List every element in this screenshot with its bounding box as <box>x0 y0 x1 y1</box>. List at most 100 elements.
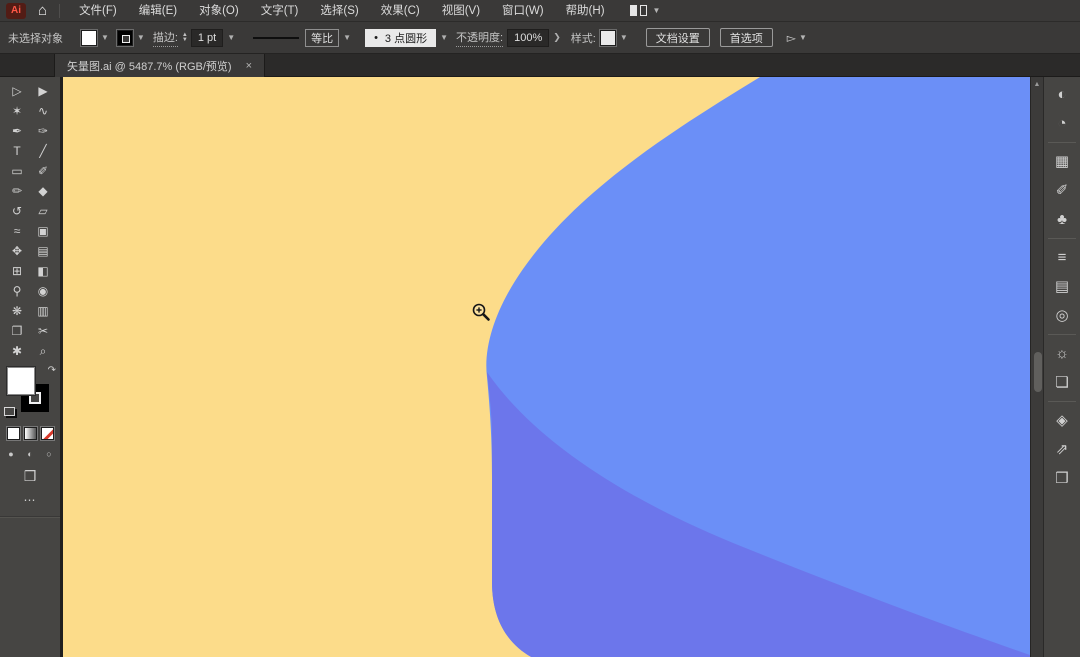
artwork <box>63 77 1030 657</box>
eraser-tool-icon[interactable]: ◆ <box>30 181 56 201</box>
menu-item[interactable]: 选择(S) <box>309 0 369 22</box>
illustrator-window: Ai ⌂ 文件(F) 编辑(E) 对象(O) 文字(T) 选择(S) 效果(C)… <box>0 0 1080 657</box>
document-tab[interactable]: 矢量图.ai @ 5487.7% (RGB/预览) × <box>54 54 265 77</box>
eyedropper-tool-icon[interactable]: ⚲ <box>4 281 30 301</box>
width-profile-select[interactable]: 等比 <box>305 29 339 47</box>
free-transform-tool-icon[interactable]: ▣ <box>30 221 56 241</box>
chevron-down-icon[interactable]: ▼ <box>137 33 145 42</box>
artboard-tool-icon[interactable]: ❐ <box>4 321 30 341</box>
gradient-tool-icon[interactable]: ◧ <box>30 261 56 281</box>
menu-item[interactable]: 窗口(W) <box>491 0 555 22</box>
stroke-weight-stepper[interactable]: ▲▼ <box>182 33 188 43</box>
gradient-annotator-panel-icon[interactable]: ▤ <box>1048 275 1076 297</box>
rotate-tool-icon[interactable]: ↺ <box>4 201 30 221</box>
menu-item[interactable]: 编辑(E) <box>128 0 188 22</box>
chevron-down-icon[interactable]: ▼ <box>227 33 235 42</box>
scrollbar-thumb[interactable] <box>1034 352 1042 392</box>
perspective-grid-tool-icon[interactable]: ▤ <box>30 241 56 261</box>
scale-tool-icon[interactable]: ▱ <box>30 201 56 221</box>
brush-definition-select[interactable]: • 3 点圆形 <box>365 29 436 47</box>
vertical-scrollbar[interactable]: ▲ <box>1030 77 1044 657</box>
pencil-tool-icon[interactable]: ✏ <box>4 181 30 201</box>
line-segment-tool-icon[interactable]: ╱ <box>30 141 56 161</box>
hand-tool-icon[interactable]: ✱ <box>4 341 30 361</box>
column-graph-tool-icon[interactable]: ▥ <box>30 301 56 321</box>
mesh-tool-icon[interactable]: ⊞ <box>4 261 30 281</box>
home-icon[interactable]: ⌂ <box>38 3 47 18</box>
selection-tool-icon[interactable]: ▶ <box>30 81 56 101</box>
direct-selection-tool-icon[interactable]: ▷ <box>4 81 30 101</box>
gradient-button[interactable] <box>24 427 37 440</box>
workspace-switcher[interactable]: ▼ <box>630 5 661 16</box>
export-panel-icon[interactable]: ⇗ <box>1048 438 1076 460</box>
menu-item[interactable]: 文件(F) <box>68 0 128 22</box>
pen-tool-icon[interactable]: ✒ <box>4 121 30 141</box>
stroke-color-swatch[interactable] <box>117 30 133 46</box>
chevron-down-icon[interactable]: ▼ <box>440 33 448 42</box>
draw-behind-mode-icon[interactable]: ◐ <box>23 447 37 461</box>
edit-toolbar-icon[interactable]: ⋯ <box>0 493 60 507</box>
chevron-down-icon[interactable]: ▼ <box>620 33 628 42</box>
chevron-down-icon[interactable]: ▼ <box>343 33 351 42</box>
toolbar-panel: ▷ ▶ ✶ ∿ ✒ ✑ <box>0 77 63 657</box>
transparency-panel-icon[interactable]: ◎ <box>1048 304 1076 326</box>
draw-inside-mode-icon[interactable]: ○ <box>42 447 56 461</box>
lasso-tool-icon[interactable]: ∿ <box>30 101 56 121</box>
select-similar-options[interactable]: ▻ ▼ <box>787 31 807 45</box>
type-tool-icon[interactable]: T <box>4 141 30 161</box>
canvas[interactable] <box>63 77 1030 657</box>
opacity-input[interactable]: 100% <box>507 29 549 47</box>
curvature-tool-icon[interactable]: ✑ <box>30 121 56 141</box>
stroke-weight-input[interactable]: 1 pt <box>191 29 223 47</box>
tools-grid: ▷ ▶ ✶ ∿ ✒ ✑ <box>0 81 60 361</box>
stroke-panel-icon[interactable]: ≡ <box>1048 238 1076 268</box>
style-swatch[interactable] <box>600 30 616 46</box>
zoom-tool-icon[interactable]: ⌕ <box>30 341 56 361</box>
dock-icons: ◐ ◔ ▦ ✐ ♣ ≡ ▤ ◎ ☼ ❏ ◈ ⇗ <box>1044 77 1080 496</box>
width-tool-icon[interactable]: ≈ <box>4 221 30 241</box>
paintbrush-tool-icon[interactable]: ✐ <box>30 161 56 181</box>
illustrator-logo-icon[interactable]: Ai <box>6 3 26 19</box>
symbol-sprayer-tool-icon[interactable]: ❋ <box>4 301 30 321</box>
color-button[interactable] <box>7 427 20 440</box>
gradient-panel-icon[interactable]: ◔ <box>1048 112 1076 134</box>
swatches-panel-icon[interactable]: ▦ <box>1048 142 1076 172</box>
graphic-styles-panel-icon[interactable]: ❏ <box>1048 371 1076 393</box>
draw-normal-mode-icon[interactable]: ● <box>4 447 18 461</box>
control-bar: 未选择对象 ▼ ▼ 描边: ▲▼ 1 pt ▼ 等比 ▼ • 3 点圆形 ▼ 不… <box>0 22 1080 54</box>
brushes-panel-icon[interactable]: ✐ <box>1048 179 1076 201</box>
document-tab-bar: 矢量图.ai @ 5487.7% (RGB/预览) × <box>0 54 1080 77</box>
swap-fill-stroke-icon[interactable]: ↷ <box>48 365 56 376</box>
menu-item[interactable]: 视图(V) <box>431 0 491 22</box>
style-label: 样式: <box>571 30 596 46</box>
document-setup-button[interactable]: 文档设置 <box>646 28 710 47</box>
blend-tool-icon[interactable]: ◉ <box>30 281 56 301</box>
workspace-icon <box>630 5 637 16</box>
menu-item[interactable]: 帮助(H) <box>555 0 616 22</box>
chevron-down-icon[interactable]: ▼ <box>101 33 109 42</box>
screen-mode-icon[interactable]: ❒ <box>0 468 60 485</box>
slice-tool-icon[interactable]: ✂ <box>30 321 56 341</box>
artboards-panel-icon[interactable]: ❒ <box>1048 467 1076 489</box>
default-fill-stroke-icon[interactable] <box>4 407 15 416</box>
rectangle-tool-icon[interactable]: ▭ <box>4 161 30 181</box>
opacity-label[interactable]: 不透明度: <box>456 29 503 47</box>
menubar-divider <box>59 4 60 18</box>
symbols-panel-icon[interactable]: ♣ <box>1048 208 1076 230</box>
appearance-panel-icon[interactable]: ☼ <box>1048 334 1076 364</box>
menu-item[interactable]: 效果(C) <box>370 0 431 22</box>
none-button[interactable] <box>41 427 54 440</box>
close-tab-icon[interactable]: × <box>246 60 252 72</box>
shape-builder-tool-icon[interactable]: ✥ <box>4 241 30 261</box>
menu-item[interactable]: 文字(T) <box>250 0 310 22</box>
menu-item[interactable]: 对象(O) <box>188 0 250 22</box>
fill-indicator[interactable] <box>7 367 35 395</box>
fill-color-swatch[interactable] <box>81 30 97 46</box>
preferences-button[interactable]: 首选项 <box>720 28 773 47</box>
stroke-weight-label[interactable]: 描边: <box>153 29 178 47</box>
scroll-up-icon[interactable]: ▲ <box>1031 77 1043 88</box>
magic-wand-tool-icon[interactable]: ✶ <box>4 101 30 121</box>
color-panel-icon[interactable]: ◐ <box>1048 83 1076 105</box>
chevron-right-icon[interactable]: ❯ <box>553 32 561 43</box>
layers-panel-icon[interactable]: ◈ <box>1048 401 1076 431</box>
